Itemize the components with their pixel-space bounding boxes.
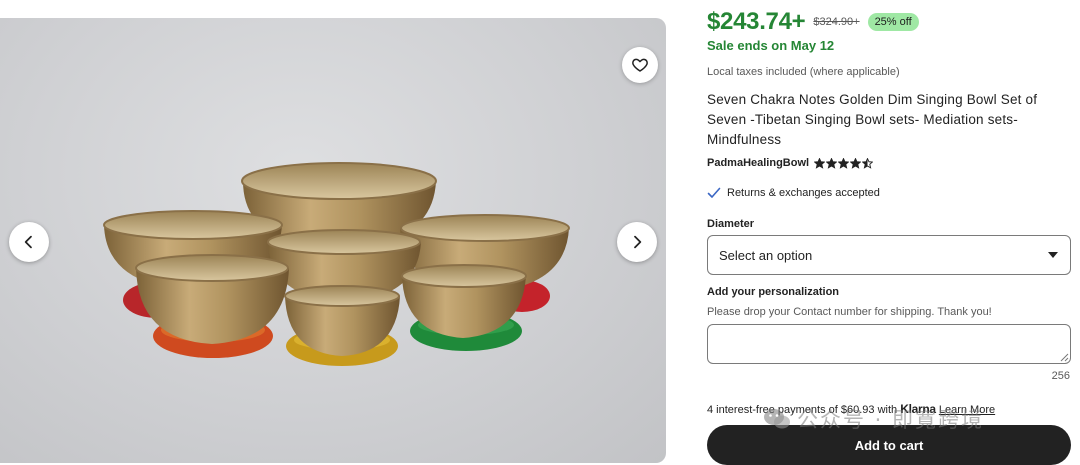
klarna-prefix: 4 interest-free payments of $60.93 with	[707, 404, 898, 416]
shop-name-link[interactable]: PadmaHealingBowl	[707, 157, 809, 169]
listing-title: Seven Chakra Notes Golden Dim Singing Bo…	[707, 92, 1038, 147]
product-image-panel	[0, 18, 666, 463]
learn-more-link[interactable]: Learn More	[939, 404, 995, 416]
next-image-button[interactable]	[617, 222, 657, 262]
returns-text: Returns & exchanges accepted	[727, 187, 880, 199]
diameter-label: Diameter	[707, 218, 755, 230]
klarna-logo: Klarna	[900, 402, 936, 416]
caret-down-icon	[1048, 252, 1058, 258]
previous-image-button[interactable]	[9, 222, 49, 262]
star-full-icon	[826, 157, 838, 169]
character-count: 256	[1051, 370, 1070, 382]
star-full-icon	[838, 157, 850, 169]
personalization-hint: Please drop your Contact number for ship…	[707, 306, 992, 318]
diameter-select[interactable]: Select an option	[707, 235, 1071, 275]
price-row: $243.74+ $324.90+ 25% off	[707, 8, 919, 36]
returns-policy: Returns & exchanges accepted	[707, 187, 880, 199]
favorite-button[interactable]	[622, 47, 658, 83]
checkmark-icon	[707, 187, 721, 198]
star-rating[interactable]	[814, 157, 874, 169]
resize-handle[interactable]	[1060, 353, 1069, 362]
sale-ends-text: Sale ends on May 12	[707, 38, 835, 53]
klarna-payment-info: 4 interest-free payments of $60.93 with …	[707, 402, 995, 416]
add-to-cart-button[interactable]: Add to cart	[707, 425, 1071, 465]
personalization-label: Add your personalization	[707, 286, 840, 298]
shop-row: PadmaHealingBowl	[707, 157, 874, 169]
chevron-left-icon	[24, 235, 32, 249]
original-price: $324.90+	[813, 16, 860, 28]
star-full-icon	[814, 157, 826, 169]
product-photo-singing-bowls	[103, 162, 570, 366]
chevron-right-icon	[634, 235, 642, 249]
listing-details-panel: $243.74+ $324.90+ 25% off Sale ends on M…	[707, 0, 1072, 465]
taxes-note: Local taxes included (where applicable)	[707, 66, 900, 78]
star-full-icon	[850, 157, 862, 169]
diameter-select-value: Select an option	[719, 247, 813, 263]
star-half-icon	[862, 157, 874, 169]
discount-badge: 25% off	[867, 13, 919, 31]
personalization-input[interactable]	[707, 324, 1071, 364]
heart-icon	[632, 58, 648, 72]
current-price: $243.74+	[707, 8, 806, 35]
